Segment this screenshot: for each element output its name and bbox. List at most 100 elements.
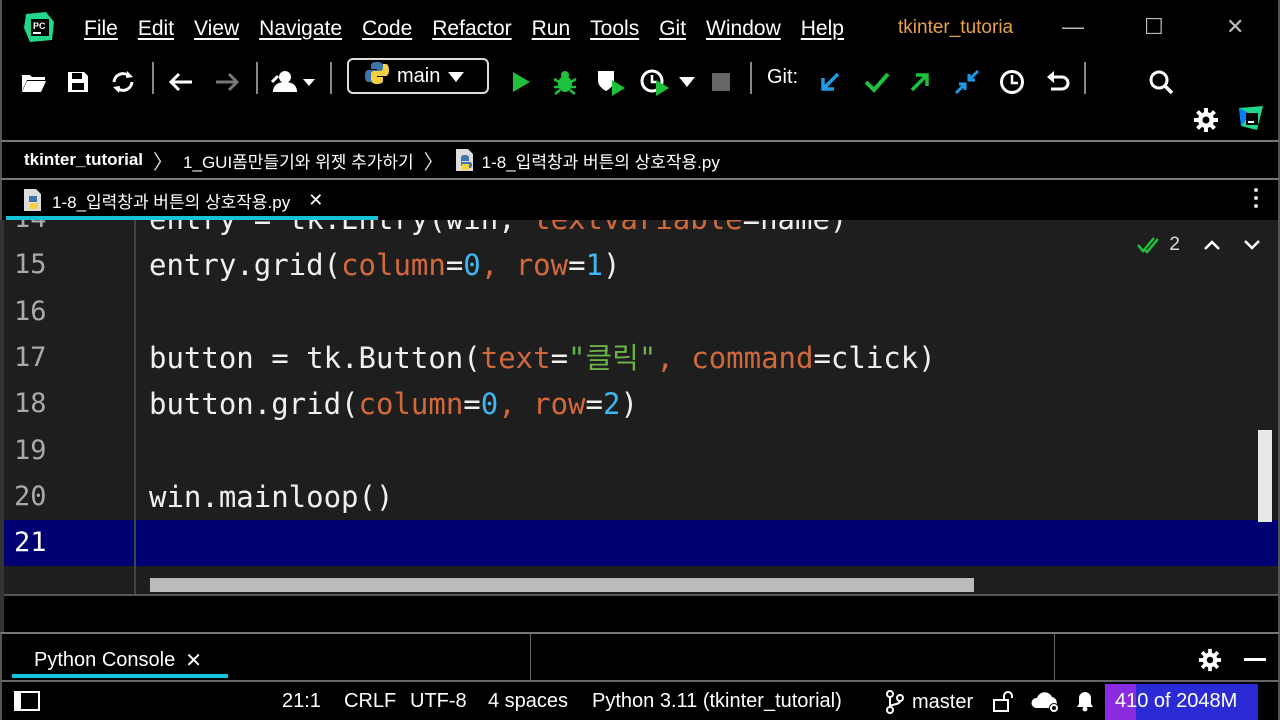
pycharm-logo-icon[interactable]: PC	[24, 12, 56, 42]
git-update-icon[interactable]	[816, 64, 844, 100]
code-text: entry = tk.Entry(win, textvariable=name)	[149, 220, 847, 242]
project-title: tkinter_tutoria	[898, 17, 1014, 38]
menu-window[interactable]: Window	[706, 17, 781, 41]
code-line[interactable]: 20 win.mainloop()	[4, 474, 1278, 520]
breadcrumb-folder[interactable]: 1_GUI폼만들기와 위젯 추가하기	[183, 148, 414, 173]
menu-navigate[interactable]: Navigate	[259, 17, 342, 41]
code-text: win.mainloop()	[149, 479, 394, 514]
git-label: Git:	[767, 66, 799, 88]
branch-icon	[886, 690, 904, 714]
lock-icon[interactable]	[992, 690, 1014, 718]
vcs-branch-label: master	[912, 690, 974, 713]
menu-code[interactable]: Code	[362, 17, 412, 41]
code-line[interactable]: 17 button = tk.Button(text="클릭", command=…	[4, 335, 1278, 381]
debug-icon[interactable]	[550, 64, 580, 100]
gutter-divider	[134, 220, 136, 594]
search-icon[interactable]	[1146, 64, 1176, 100]
editor-tab[interactable]: 1-8_입력창과 버튼의 상호작용.py ✕	[4, 180, 378, 220]
toolbar-separator	[1084, 62, 1086, 94]
vertical-scrollbar[interactable]	[1258, 430, 1272, 522]
history-icon[interactable]	[998, 64, 1026, 100]
menu-file[interactable]: File	[84, 17, 118, 41]
settings-icon[interactable]	[1196, 642, 1224, 678]
active-tool-tab-indicator	[12, 674, 228, 678]
notifications-icon[interactable]	[1074, 690, 1096, 718]
vcs-branch-widget[interactable]: master	[886, 690, 973, 714]
title-bar: PC File Edit View Navigate Code Refactor…	[0, 0, 1280, 56]
inspection-widget[interactable]: 2	[1137, 234, 1260, 256]
menu-git[interactable]: Git	[659, 17, 686, 41]
toggle-tool-windows-icon[interactable]	[14, 691, 40, 717]
caret-position[interactable]: 21:1	[282, 690, 321, 713]
editor-footer	[4, 594, 1278, 634]
chevron-up-icon[interactable]	[1204, 234, 1220, 256]
breadcrumb-file[interactable]: 1-8_입력창과 버튼의 상호작용.py	[454, 148, 720, 173]
minimize-button[interactable]: —	[1062, 14, 1084, 40]
indent-setting[interactable]: 4 spaces	[488, 690, 568, 713]
more-run-options-icon[interactable]	[676, 64, 698, 100]
open-folder-icon[interactable]	[20, 64, 48, 100]
toolbar-separator	[330, 62, 332, 94]
git-pull-icon[interactable]	[952, 64, 982, 100]
python-interpreter[interactable]: Python 3.11 (tkinter_tutorial)	[592, 690, 842, 713]
tab-options-icon[interactable]	[1254, 188, 1260, 212]
cloud-sync-icon[interactable]	[1030, 690, 1062, 720]
breadcrumb: tkinter_tutorial 〉 1_GUI폼만들기와 위젯 추가하기 〉 …	[0, 140, 1280, 178]
git-push-icon[interactable]	[906, 64, 934, 100]
double-check-icon	[1137, 235, 1160, 255]
coverage-icon[interactable]	[594, 64, 628, 100]
menu-refactor[interactable]: Refactor	[432, 17, 511, 41]
code-line[interactable]: 14 entry = tk.Entry(win, textvariable=nam…	[4, 220, 1278, 242]
code-line[interactable]: 16	[4, 289, 1278, 335]
menu-view[interactable]: View	[194, 17, 239, 41]
jetbrains-logo-icon[interactable]	[1236, 100, 1266, 136]
line-number: 17	[14, 341, 47, 373]
minimize-panel-icon[interactable]	[1242, 642, 1268, 678]
tab-close-icon[interactable]: ✕	[308, 190, 323, 211]
user-icon[interactable]	[268, 64, 320, 100]
python-console-tab[interactable]: Python Console ✕	[34, 648, 202, 673]
sync-icon[interactable]	[108, 64, 138, 100]
back-arrow-icon[interactable]	[166, 64, 196, 100]
forward-arrow-icon[interactable]	[212, 64, 242, 100]
rollback-icon[interactable]	[1044, 64, 1072, 100]
menu-edit[interactable]: Edit	[138, 17, 174, 41]
settings-icon[interactable]	[1192, 102, 1220, 138]
toolbar-separator	[750, 62, 752, 94]
code-line[interactable]: 15 entry.grid(column=0, row=1)	[4, 242, 1278, 288]
menu-tools[interactable]: Tools	[590, 17, 639, 41]
main-toolbar: main Git:	[0, 56, 1280, 140]
run-icon[interactable]	[508, 64, 534, 100]
svg-text:PC: PC	[33, 21, 46, 31]
chevron-down-icon[interactable]	[1244, 234, 1260, 256]
file-encoding[interactable]: UTF-8	[410, 690, 467, 713]
toolbar-separator	[256, 62, 258, 94]
python-file-icon	[454, 148, 476, 172]
stop-icon[interactable]	[708, 64, 734, 100]
current-code-line[interactable]: 21	[4, 520, 1278, 567]
code-editor[interactable]: 14 entry = tk.Entry(win, textvariable=nam…	[0, 220, 1280, 634]
editor-tab-label: 1-8_입력창과 버튼의 상호작용.py	[52, 192, 291, 212]
console-close-icon[interactable]: ✕	[185, 648, 202, 673]
status-bar: 21:1 CRLF UTF-8 4 spaces Python 3.11 (tk…	[0, 680, 1280, 720]
inspection-count: 2	[1169, 234, 1180, 255]
profile-icon[interactable]	[638, 64, 672, 100]
code-text: button = tk.Button(text="클릭", command=cl…	[149, 340, 936, 375]
line-separator[interactable]: CRLF	[344, 690, 396, 713]
menu-run[interactable]: Run	[532, 17, 571, 41]
menu-help[interactable]: Help	[801, 17, 844, 41]
breadcrumb-chevron-icon: 〉	[153, 151, 174, 174]
memory-indicator[interactable]: 410 of 2048M	[1105, 684, 1258, 720]
branch-selector[interactable]: main	[347, 58, 489, 94]
maximize-button[interactable]: ☐	[1144, 14, 1164, 40]
save-icon[interactable]	[64, 64, 92, 100]
close-window-button[interactable]: ✕	[1226, 14, 1244, 40]
memory-label: 410 of 2048M	[1115, 690, 1238, 712]
code-line[interactable]: 19	[4, 428, 1278, 474]
horizontal-scrollbar[interactable]	[150, 578, 974, 592]
breadcrumb-project[interactable]: tkinter_tutorial	[24, 150, 143, 170]
python-icon	[365, 61, 389, 91]
git-commit-icon[interactable]	[862, 64, 892, 100]
code-line[interactable]: 18 button.grid(column=0, row=2)	[4, 381, 1278, 427]
line-number: 16	[14, 295, 47, 327]
